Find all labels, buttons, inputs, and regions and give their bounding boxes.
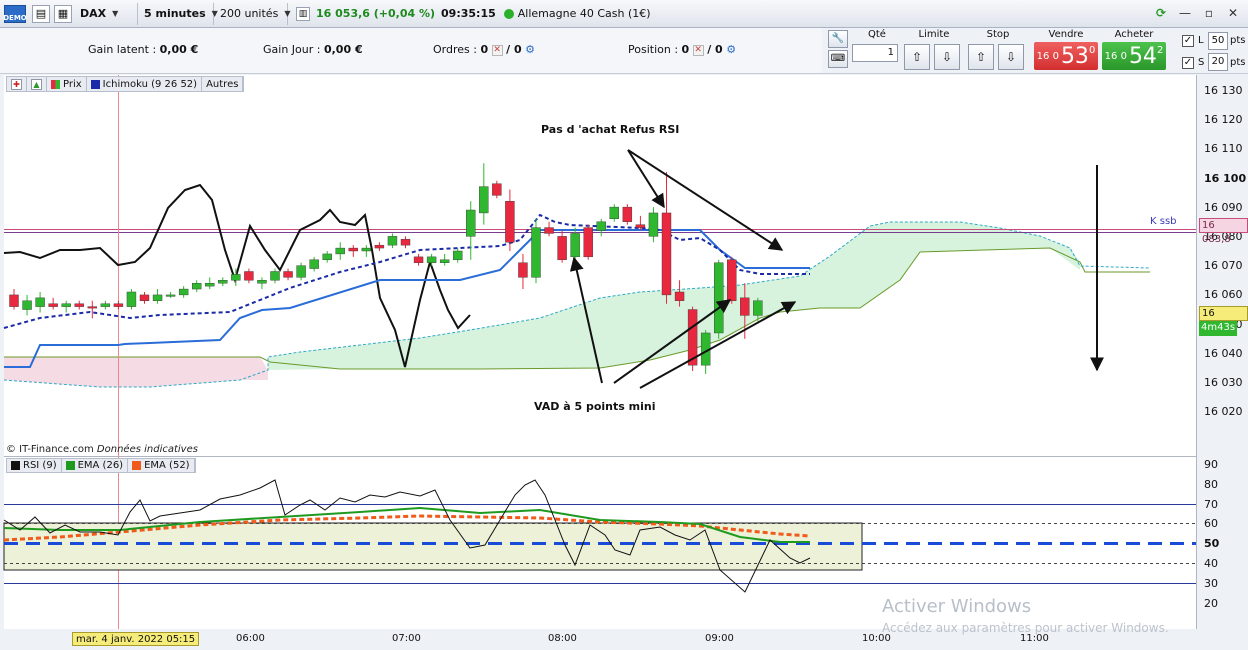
ksb-price-tag: 16 083,8 — [1199, 218, 1248, 245]
candle-countdown: 4m43s — [1199, 321, 1238, 336]
ksb-label: K ssb — [1150, 216, 1177, 227]
rsi-axis-tick: 50 — [1204, 537, 1220, 551]
copyright-text: © IT-Finance.com — [6, 444, 94, 455]
rsi-axis-tick: 70 — [1204, 497, 1218, 511]
autres-tab[interactable]: Autres — [202, 77, 244, 91]
price-axis-tick: 16 090 — [1204, 200, 1243, 214]
prix-label: Prix — [63, 78, 82, 90]
windows-watermark-subtitle: Accédez aux paramètres pour activer Wind… — [882, 621, 1169, 635]
rsi-axis-tick: 80 — [1204, 477, 1218, 491]
ema26-label: EMA (26) — [77, 460, 124, 471]
ema52-tab[interactable]: EMA (52) — [128, 459, 195, 472]
prix-tab[interactable]: Prix — [47, 77, 87, 91]
copyright-notice: © IT-Finance.com Données indicatives — [6, 444, 198, 455]
price-axis-tick: 16 070 — [1204, 259, 1243, 273]
windows-watermark-title: Activer Windows — [882, 596, 1032, 617]
rsi-toolbar: RSI (9) EMA (26) EMA (52) — [6, 458, 196, 473]
arrow-up-icon: ▲ — [31, 78, 42, 90]
rsi-label: RSI (9) — [23, 460, 57, 471]
ichimoku-swatch-icon — [90, 79, 100, 89]
rsi-swatch-icon — [11, 461, 20, 470]
price-axis-tick: 16 040 — [1204, 346, 1243, 360]
chart-toolbar: ✚ ▲ Prix Ichimoku (9 26 52) Autres — [6, 76, 245, 92]
time-axis-tick: 07:00 — [392, 633, 421, 644]
price-axis-tick: 16 120 — [1204, 113, 1243, 127]
price-axis-tick: 16 130 — [1204, 84, 1243, 97]
time-axis-tick: 09:00 — [705, 633, 734, 644]
remove-icon: ✚ — [11, 78, 22, 90]
ema52-label: EMA (52) — [144, 460, 190, 471]
rsi-axis-tick: 60 — [1204, 517, 1218, 531]
arrow-to-sell-signal-1 — [569, 256, 603, 384]
price-axis-tick: 16 030 — [1204, 376, 1243, 389]
candle-swatch-icon — [51, 79, 60, 89]
rsi-axis-tick: 20 — [1204, 596, 1218, 610]
annotation-arrows — [569, 149, 1104, 389]
rsi-axis-tick: 40 — [1204, 557, 1218, 570]
arrow-to-rsi-refusal-2 — [627, 149, 784, 251]
move-up-button[interactable]: ▲ — [27, 77, 47, 91]
price-axis-tick: 16 100 — [1204, 171, 1247, 185]
add-indicator-button[interactable]: ✚ — [7, 77, 27, 91]
ichimoku-label: Ichimoku (9 26 52) — [102, 78, 198, 90]
price-axis-tick: 16 020 — [1204, 405, 1243, 419]
ema26-swatch-icon — [65, 461, 75, 470]
price-axis-tick: 16 060 — [1204, 288, 1243, 302]
date-cursor-label: mar. 4 janv. 2022 05:15 — [72, 632, 200, 646]
rsi-axis-tick: 30 — [1204, 576, 1218, 590]
rsi-axis-tick: 90 — [1204, 458, 1218, 471]
ichimoku-tab[interactable]: Ichimoku (9 26 52) — [87, 77, 203, 91]
copyright-note: Données indicatives — [96, 444, 198, 455]
rsi-tab[interactable]: RSI (9) — [7, 459, 62, 472]
arrow-to-sell-signal-3 — [639, 301, 797, 389]
annotation-top: Pas d 'achat Refus RSI — [541, 123, 680, 136]
price-axis-tick: 16 110 — [1204, 142, 1243, 156]
time-axis-tick: 08:00 — [548, 633, 577, 644]
time-axis-tick: 06:00 — [236, 633, 265, 644]
autres-label: Autres — [206, 78, 239, 90]
ema26-tab[interactable]: EMA (26) — [62, 459, 129, 472]
ema52-swatch-icon — [132, 461, 142, 470]
last-price-tag: 16 053,6 — [1199, 306, 1248, 333]
arrow-to-rsi-refusal-1 — [627, 149, 665, 209]
annotation-bottom: VAD à 5 points mini — [534, 400, 656, 413]
